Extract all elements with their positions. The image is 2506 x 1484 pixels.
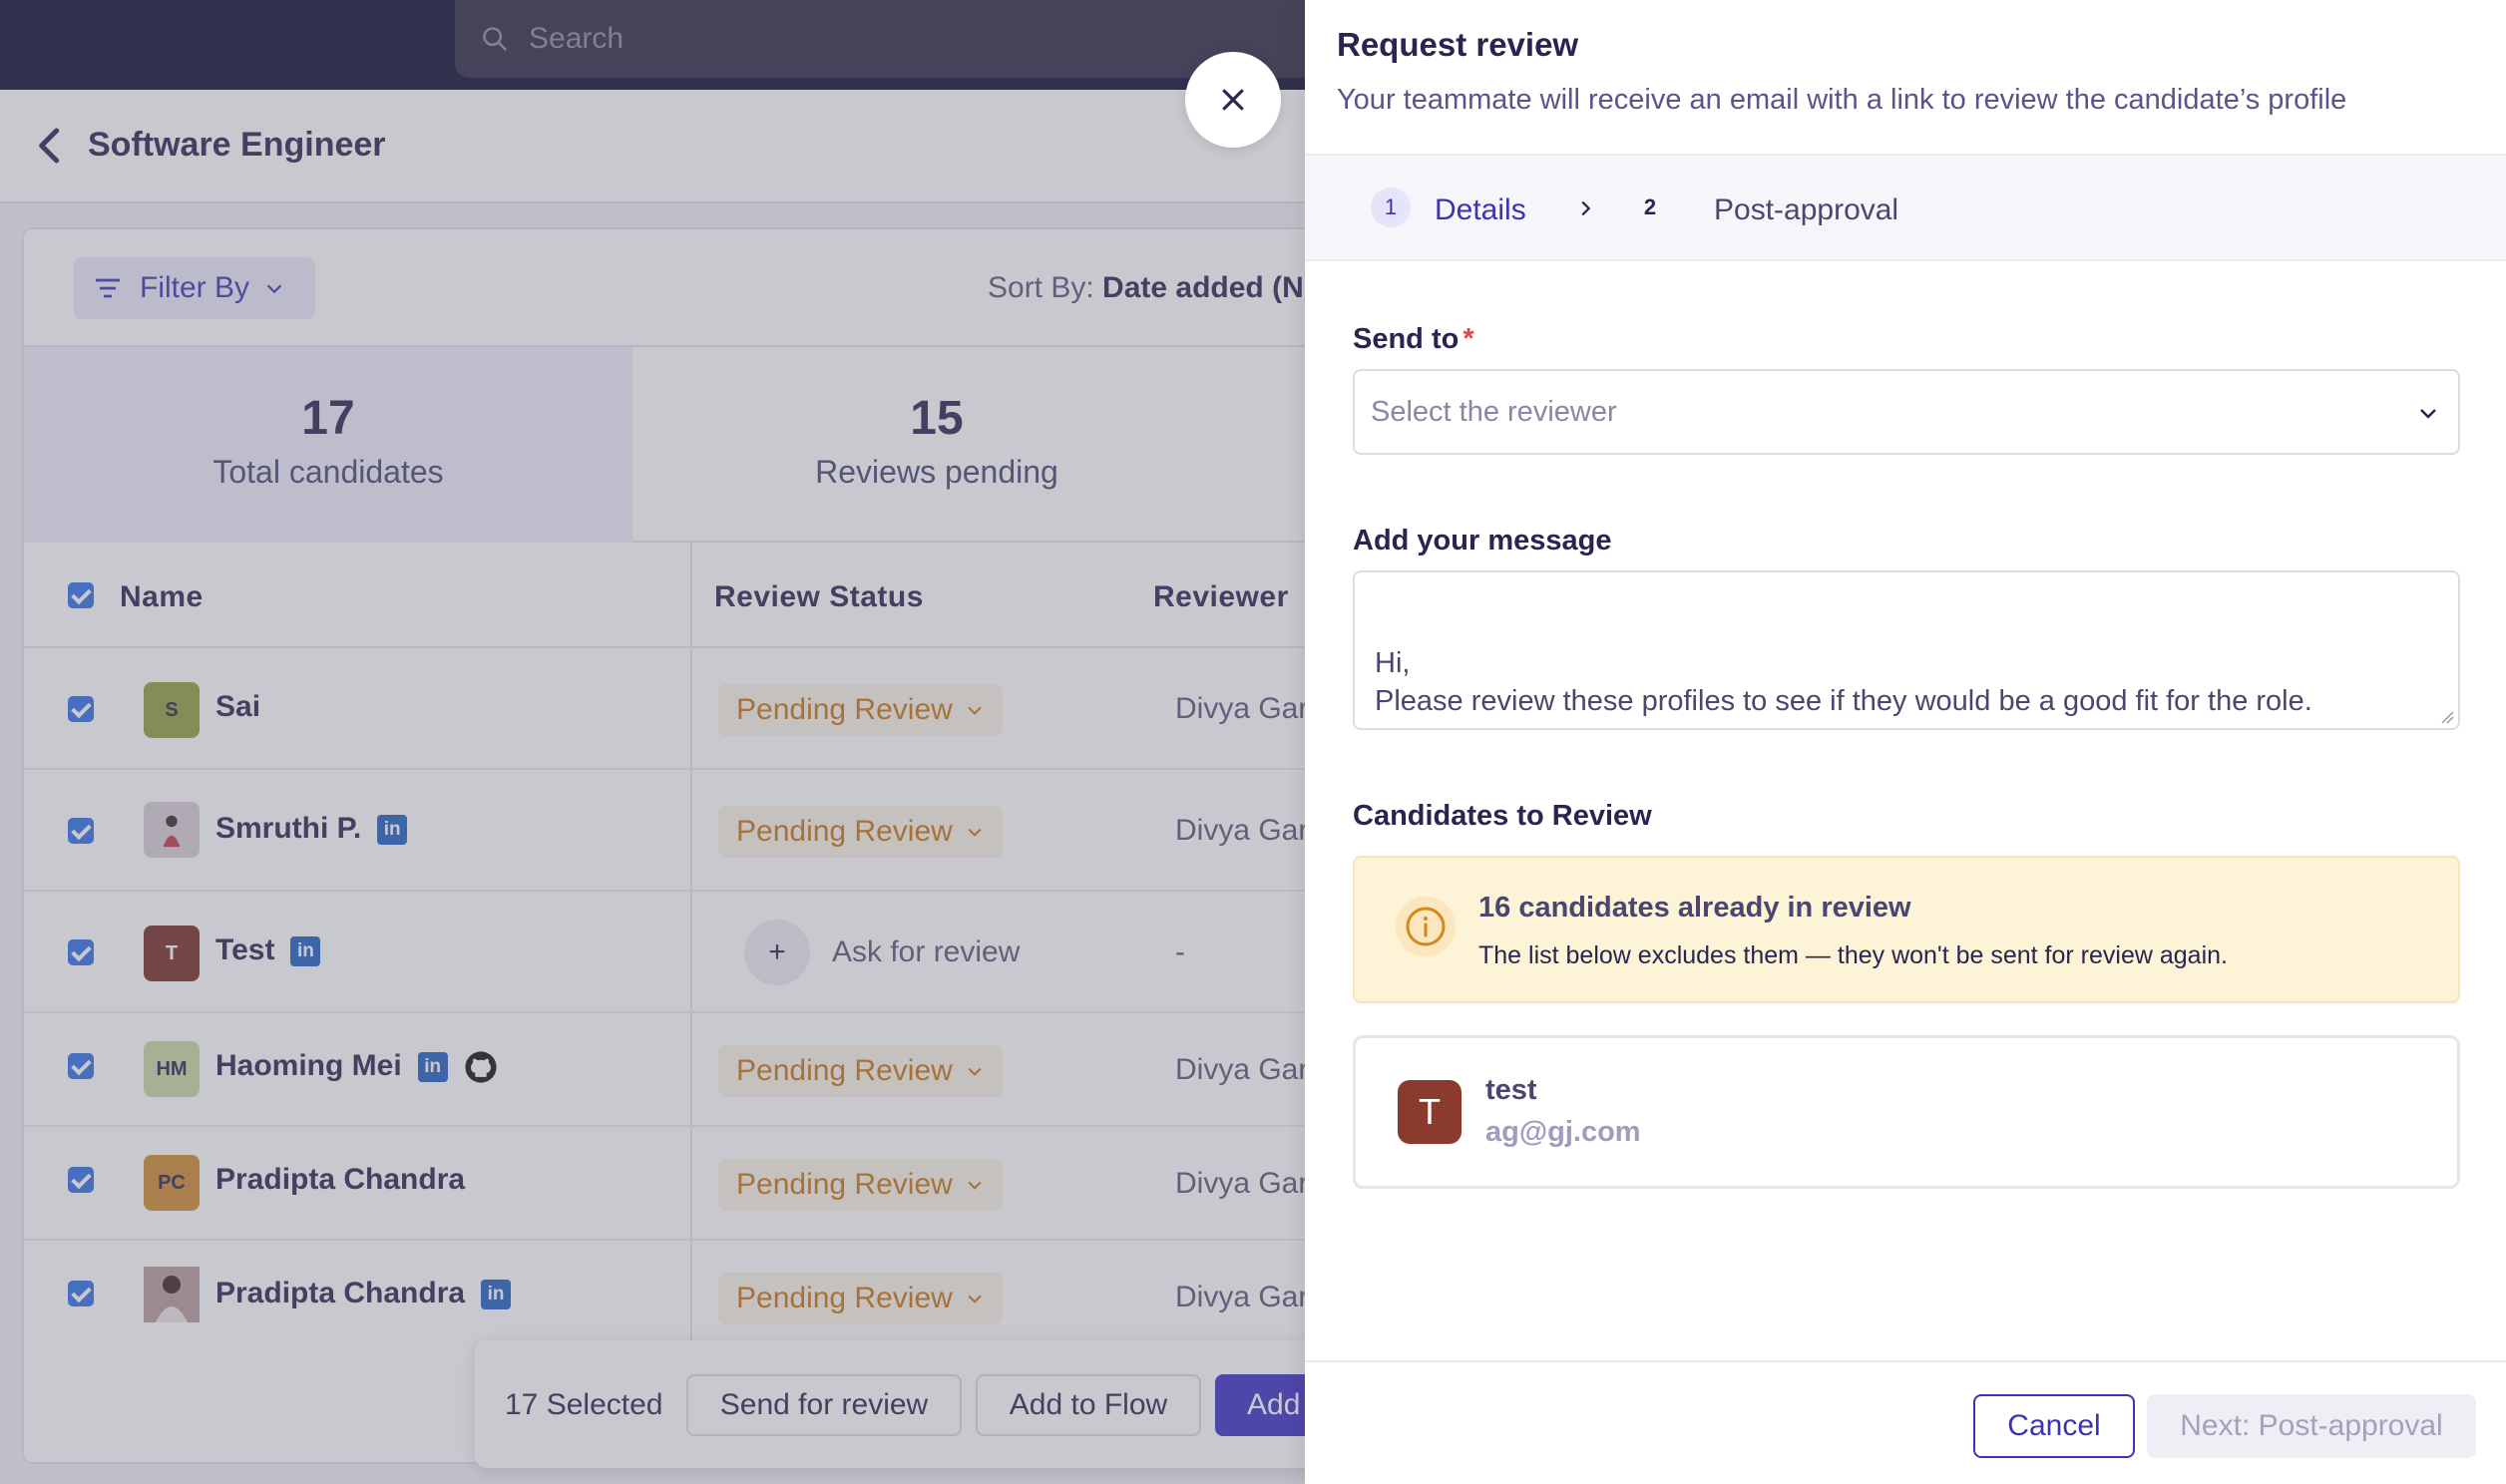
already-in-review-notice: 16 candidates already in review The list… [1353,856,2460,1003]
modal-backdrop[interactable] [0,0,1305,1484]
message-textarea[interactable]: Hi, Please review these profiles to see … [1353,570,2460,730]
next-post-approval-button[interactable]: Next: Post-approval [2147,1394,2476,1458]
candidate-avatar: T [1398,1080,1462,1144]
candidate-card: T test ag@gj.com [1353,1035,2460,1189]
info-icon [1396,897,1456,956]
resize-handle-icon[interactable] [2438,708,2454,724]
step-1-number: 1 [1371,187,1411,227]
drawer-subtitle: Your teammate will receive an email with… [1337,84,2347,116]
send-to-label: Send to * [1353,323,1474,356]
close-drawer-button[interactable] [1185,52,1281,148]
reviewer-select-placeholder: Select the reviewer [1371,395,1617,428]
cancel-button[interactable]: Cancel [1973,1394,2135,1458]
chevron-right-icon [1581,200,1591,216]
message-text: Hi, Please review these profiles to see … [1375,647,2312,717]
message-label: Add your message [1353,525,1612,556]
required-mark: * [1462,323,1474,355]
candidate-card-name: test [1485,1074,1537,1106]
candidate-card-email: ag@gj.com [1485,1116,1641,1148]
step-1-details[interactable]: Details [1435,193,1526,227]
notice-title: 16 candidates already in review [1478,892,1911,924]
notice-text: The list below excludes them — they won'… [1478,941,2228,969]
request-review-drawer: Request review Your teammate will receiv… [1305,0,2506,1484]
drawer-title: Request review [1337,26,1579,63]
reviewer-select[interactable]: Select the reviewer [1353,369,2460,455]
close-icon [1222,89,1244,111]
chevron-down-icon [2420,409,2436,419]
step-2-number: 2 [1643,194,1657,219]
candidates-to-review-label: Candidates to Review [1353,800,1652,832]
send-to-label-text: Send to [1353,323,1460,355]
drawer-footer: Cancel Next: Post-approval [1305,1360,2506,1484]
step-2-post-approval[interactable]: Post-approval [1714,193,1898,227]
stepper: 1 Details 2 Post-approval [1305,154,2506,261]
